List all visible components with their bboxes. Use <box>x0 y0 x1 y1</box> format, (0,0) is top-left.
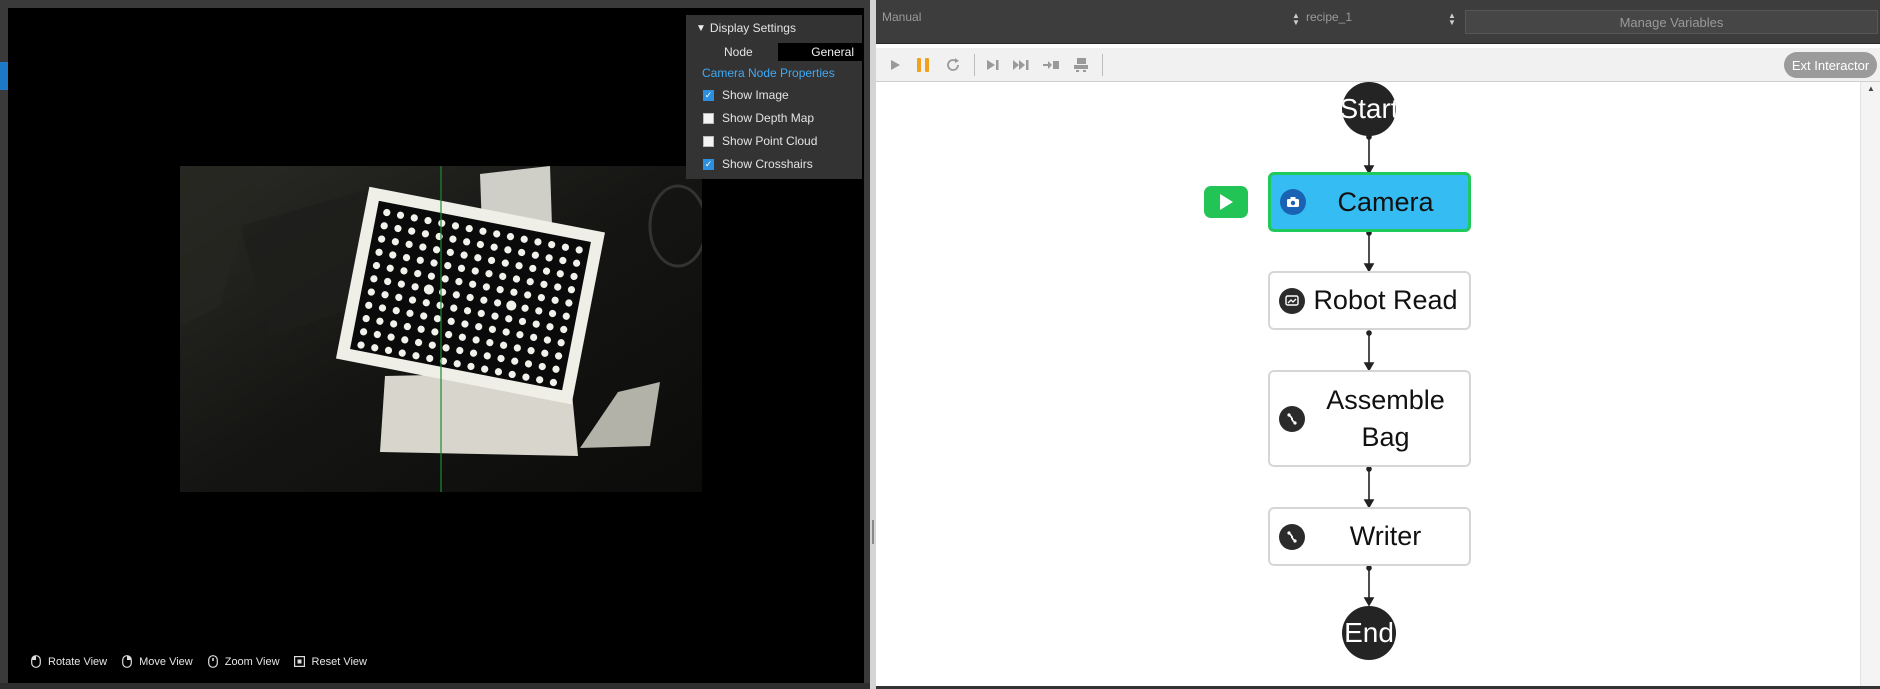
display-settings-title: Display Settings <box>709 21 796 35</box>
play-icon[interactable] <box>886 56 904 74</box>
move-view-label: Move View <box>139 655 193 668</box>
step-into-icon[interactable] <box>1042 56 1060 74</box>
calibration-board-image <box>180 166 702 492</box>
run-indicator-play-icon[interactable] <box>1204 186 1248 218</box>
robot-read-icon <box>1279 287 1305 314</box>
link-icon <box>1279 523 1305 550</box>
mode-select[interactable]: Manual ▲ ▼ <box>882 10 1300 32</box>
skip-end-icon[interactable] <box>1012 56 1030 74</box>
execution-toolbar <box>876 48 1880 82</box>
rotate-view-label: Rotate View <box>48 655 108 668</box>
flow-node-writer[interactable]: Writer <box>1268 507 1471 566</box>
flow-node-robot-read-label: Robot Read <box>1313 285 1458 315</box>
mode-select-value: Manual <box>882 10 922 24</box>
move-view-hint: Move View <box>121 655 193 668</box>
display-settings-panel: ▼ Display Settings Node General Camera N… <box>686 15 862 179</box>
zoom-view-label: Zoom View <box>224 655 280 668</box>
mouse-right-icon <box>121 655 133 668</box>
show-depth-map-checkbox[interactable]: Show Depth Map <box>703 111 814 125</box>
recipe-select[interactable]: recipe_1 ▲ ▼ <box>1306 10 1456 32</box>
scroll-up-arrow-icon[interactable]: ▲ <box>1867 84 1875 93</box>
recipe-select-arrows-icon: ▲ ▼ <box>1448 11 1456 27</box>
show-point-cloud-check-icon <box>703 135 714 147</box>
left-accent-tab <box>0 62 8 90</box>
show-point-cloud-label: Show Point Cloud <box>722 134 818 148</box>
show-crosshairs-label: Show Crosshairs <box>722 157 813 171</box>
show-point-cloud-checkbox[interactable]: Show Point Cloud <box>703 134 817 148</box>
show-crosshairs-check-icon: ✓ <box>703 158 714 170</box>
camera-image <box>180 166 702 492</box>
flow-end-node[interactable]: End <box>1342 606 1396 660</box>
reset-view-icon <box>294 655 306 668</box>
camera-icon <box>1280 189 1306 215</box>
link-icon <box>1279 405 1305 432</box>
node-label: Node <box>724 45 753 59</box>
restart-icon[interactable] <box>944 56 962 74</box>
splitter-grip[interactable] <box>872 520 874 544</box>
flow-node-assemble-bag[interactable]: Assemble Bag <box>1268 370 1471 467</box>
display-settings-header[interactable]: ▼ Display Settings <box>696 21 796 35</box>
show-depth-map-check-icon <box>703 112 714 124</box>
show-image-check-icon: ✓ <box>703 89 714 101</box>
recipe-select-value: recipe_1 <box>1306 10 1353 24</box>
flow-node-robot-read[interactable]: Robot Read <box>1268 271 1471 330</box>
flow-end-label: End <box>1344 617 1394 648</box>
mouse-left-icon <box>30 655 42 668</box>
pause-icon[interactable] <box>914 56 932 74</box>
3d-viewport[interactable]: ▼ Display Settings Node General Camera N… <box>0 0 870 689</box>
flow-node-camera[interactable]: Camera <box>1268 172 1471 232</box>
show-crosshairs-checkbox[interactable]: ✓ Show Crosshairs <box>703 157 813 171</box>
rotate-view-hint: Rotate View <box>30 655 107 668</box>
viewport-bottom-strip <box>0 683 870 689</box>
zoom-view-hint: Zoom View <box>207 655 280 668</box>
canvas-vertical-scrollbar[interactable]: ▲ <box>1860 82 1880 689</box>
show-image-label: Show Image <box>722 88 789 102</box>
flow-node-writer-label: Writer <box>1349 521 1422 551</box>
camera-node-properties-link[interactable]: Camera Node Properties <box>702 66 835 80</box>
show-image-checkbox[interactable]: ✓ Show Image <box>703 88 789 102</box>
mode-select-arrows-icon: ▲ ▼ <box>1292 11 1300 27</box>
node-select[interactable]: General <box>778 43 862 61</box>
robot-icon[interactable] <box>1072 56 1090 74</box>
show-depth-map-label: Show Depth Map <box>722 111 815 125</box>
view-controls-help: Rotate View Move View Zoom View Reset Vi… <box>30 655 381 668</box>
reset-view-hint: Reset View <box>294 655 367 668</box>
toolbar-separator <box>1102 54 1103 76</box>
flow-start-node[interactable]: Start <box>1342 82 1396 136</box>
collapse-triangle-icon: ▼ <box>696 22 706 34</box>
toolbar-separator <box>974 54 975 76</box>
step-icon[interactable] <box>984 56 1002 74</box>
reset-view-label: Reset View <box>311 655 367 668</box>
flow-start-label: Start <box>1342 93 1396 124</box>
mouse-wheel-icon <box>207 655 219 668</box>
flow-node-assemble-bag-label: Assemble Bag <box>1326 384 1445 452</box>
node-select-row: Node General <box>686 43 862 61</box>
flow-node-camera-label: Camera <box>1337 186 1434 217</box>
ext-interactor-button[interactable]: Ext Interactor <box>1784 52 1877 78</box>
manage-variables-button[interactable]: Manage Variables <box>1465 10 1878 34</box>
